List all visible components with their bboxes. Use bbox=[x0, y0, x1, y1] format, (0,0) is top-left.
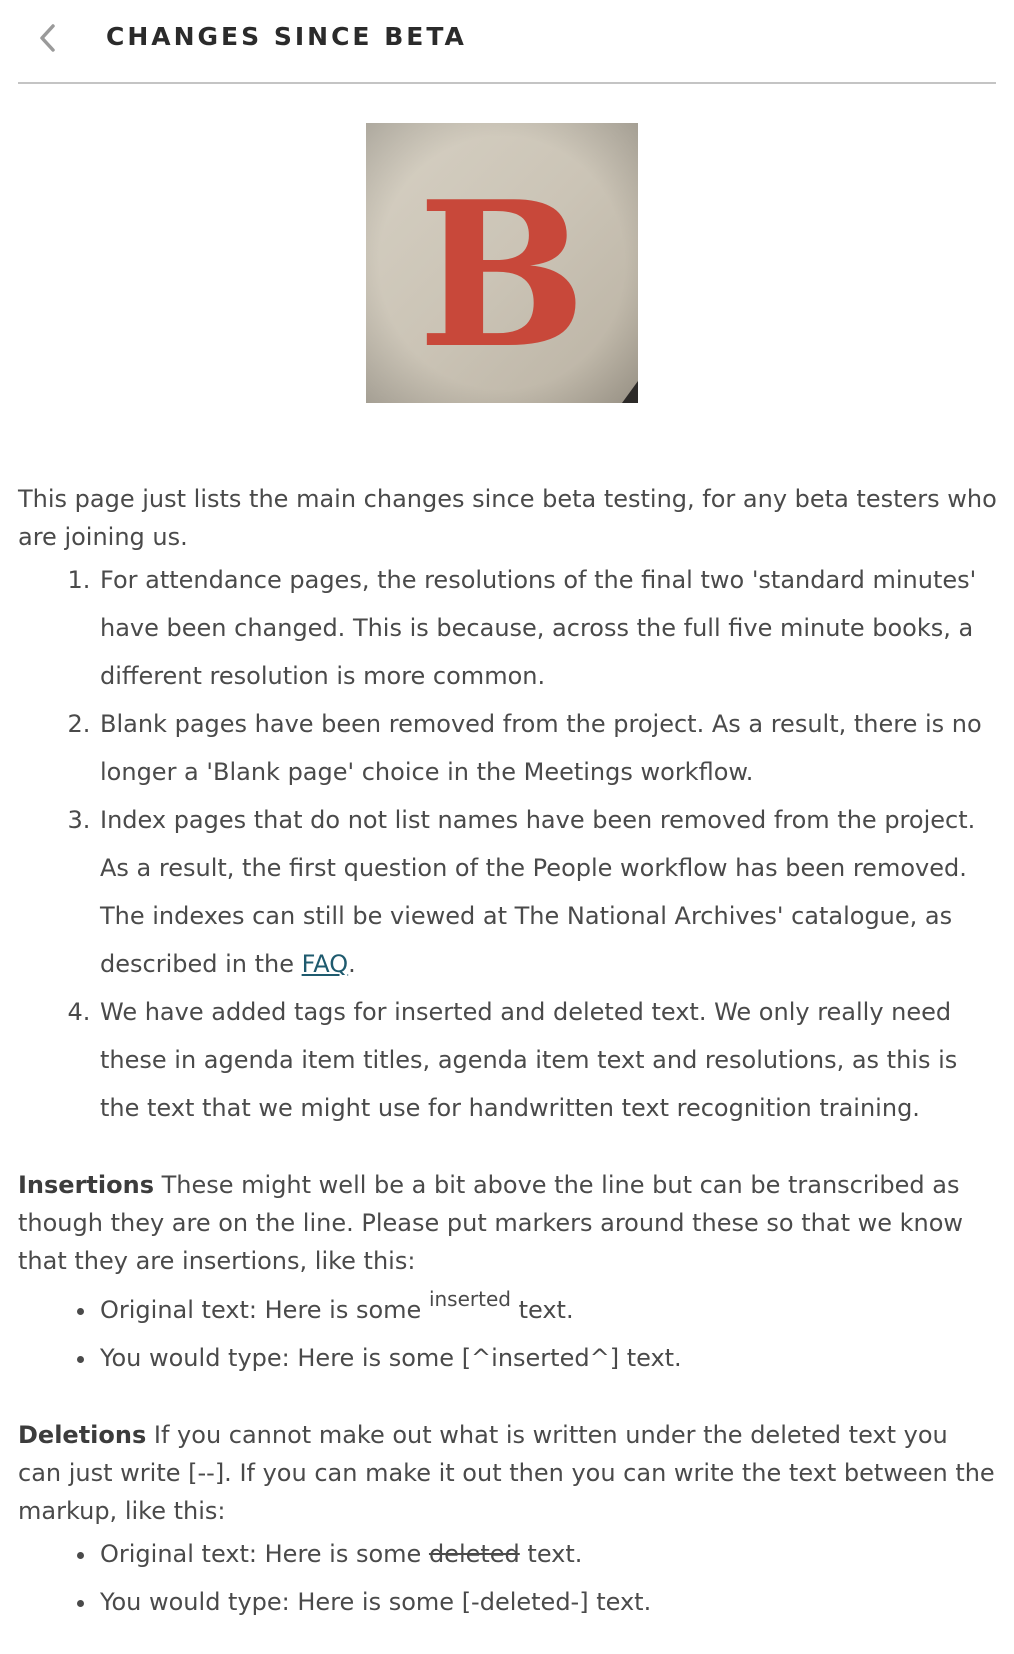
hero-image: B bbox=[366, 123, 638, 403]
insertions-heading: Insertions bbox=[18, 1171, 154, 1199]
list-item: Original text: Here is some deleted text… bbox=[98, 1530, 998, 1578]
changes-list: For attendance pages, the resolutions of… bbox=[18, 556, 998, 1132]
insertions-section: Insertions These might well be a bit abo… bbox=[18, 1171, 964, 1275]
page-title: CHANGES SINCE BETA bbox=[106, 22, 467, 51]
insertions-examples: Original text: Here is some inserted tex… bbox=[18, 1286, 998, 1382]
list-item: For attendance pages, the resolutions of… bbox=[98, 556, 998, 700]
hero-letter: B bbox=[417, 158, 586, 393]
deletions-heading: Deletions bbox=[18, 1421, 147, 1449]
list-item: Blank pages have been removed from the p… bbox=[98, 700, 998, 796]
deletions-examples: Original text: Here is some deleted text… bbox=[18, 1530, 998, 1626]
list-item: You would type: Here is some [-deleted-]… bbox=[98, 1578, 998, 1626]
list-item: We have added tags for inserted and dele… bbox=[98, 988, 998, 1132]
list-item: Original text: Here is some inserted tex… bbox=[98, 1286, 998, 1334]
faq-link[interactable]: FAQ bbox=[302, 950, 349, 978]
intro-text: This page just lists the main changes si… bbox=[18, 485, 997, 551]
chevron-left-icon bbox=[40, 24, 55, 52]
main-content: This page just lists the main changes si… bbox=[18, 480, 998, 1626]
page-header: CHANGES SINCE BETA bbox=[18, 0, 996, 84]
list-item: You would type: Here is some [^inserted^… bbox=[98, 1334, 998, 1382]
inserted-superscript: inserted bbox=[428, 1287, 511, 1311]
deletions-section: Deletions If you cannot make out what is… bbox=[18, 1421, 995, 1525]
deleted-strikethrough: deleted bbox=[428, 1540, 520, 1568]
list-item: Index pages that do not list names have … bbox=[98, 796, 998, 988]
back-button[interactable] bbox=[28, 16, 68, 60]
